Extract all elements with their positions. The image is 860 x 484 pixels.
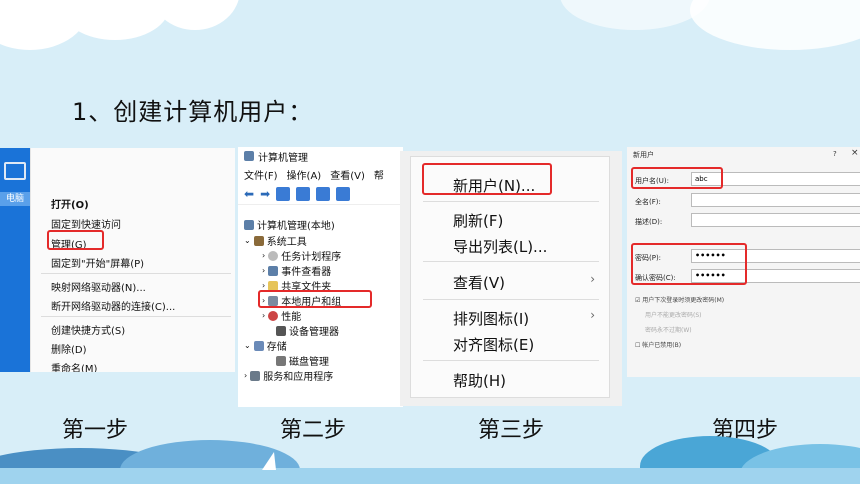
- menu-separator: [41, 316, 231, 317]
- tree-services-apps[interactable]: › 服务和应用程序: [244, 368, 333, 383]
- dialog-title: 新用户: [633, 151, 654, 159]
- cloud-decoration: [150, 0, 240, 30]
- console-tree-icon[interactable]: [276, 186, 291, 201]
- window-titlebar: 计算机管理: [238, 147, 403, 165]
- tree-task-scheduler[interactable]: › 任务计划程序: [262, 248, 341, 263]
- fullname-input[interactable]: [691, 193, 860, 207]
- menu-separator: [423, 201, 599, 202]
- menu-help[interactable]: 帮: [374, 167, 384, 182]
- tree-root[interactable]: 计算机管理(本地): [244, 217, 335, 232]
- step1-screenshot: 电脑 打开(O) 固定到快速访问 管理(G) 固定到"开始"屏幕(P) 映射网络…: [0, 148, 235, 372]
- performance-icon: [268, 310, 279, 321]
- folder-icon: [268, 280, 279, 291]
- slide: 1、创建计算机用户： 电脑 打开(O) 固定到快速访问 管理(G) 固定到"开始…: [0, 0, 860, 484]
- computer-management-icon: [244, 151, 254, 161]
- services-icon: [250, 370, 261, 381]
- chevron-right-icon[interactable]: ›: [262, 311, 265, 320]
- computer-icon: [244, 219, 254, 230]
- tools-icon: [253, 235, 264, 246]
- context-menu: 打开(O) 固定到快速访问 管理(G) 固定到"开始"屏幕(P) 映射网络驱动器…: [30, 148, 235, 372]
- menu-item-export-list[interactable]: 导出列表(L)...: [453, 236, 547, 257]
- chevron-right-icon[interactable]: ›: [262, 266, 265, 275]
- menu-item-delete[interactable]: 删除(D): [51, 341, 87, 356]
- step2-screenshot: 计算机管理 文件(F) 操作(A) 查看(V) 帮 ⬅ ➡ 计算机管理(本地) …: [238, 147, 403, 407]
- back-arrow-icon[interactable]: ⬅: [244, 187, 254, 201]
- menu-separator: [423, 261, 599, 262]
- show-pane-icon[interactable]: [336, 186, 351, 201]
- chevron-down-icon[interactable]: ⌄: [244, 236, 251, 245]
- menu-item-arrange-icons[interactable]: 排列图标(I): [453, 308, 529, 329]
- computer-icon: [4, 162, 26, 180]
- chevron-right-icon: ›: [590, 308, 595, 322]
- menu-item-disconnect-drive[interactable]: 断开网络驱动器的连接(C)...: [51, 298, 175, 313]
- toolbar: ⬅ ➡: [238, 183, 403, 205]
- tree-device-manager[interactable]: 设备管理器: [276, 323, 339, 338]
- cannot-change-password-checkbox[interactable]: 用户不能更改密码(S): [645, 310, 702, 319]
- chevron-right-icon[interactable]: ›: [262, 251, 265, 260]
- menu-view[interactable]: 查看(V): [330, 167, 365, 182]
- event-log-icon: [268, 265, 279, 276]
- password-never-expires-checkbox[interactable]: 密码永不过期(W): [645, 325, 692, 334]
- menu-item-create-shortcut[interactable]: 创建快捷方式(S): [51, 322, 125, 337]
- device-icon: [276, 325, 286, 336]
- menu-bar: 文件(F) 操作(A) 查看(V) 帮: [238, 165, 403, 183]
- help-button[interactable]: ?: [833, 150, 837, 158]
- window-title: 计算机管理: [258, 152, 308, 164]
- tree-event-viewer[interactable]: › 事件查看器: [262, 263, 331, 278]
- description-label: 描述(D):: [635, 218, 663, 226]
- must-change-password-checkbox[interactable]: ☑ 用户下次登录时须更改密码(M): [635, 295, 724, 304]
- menu-action[interactable]: 操作(A): [287, 167, 322, 182]
- menu-item-open[interactable]: 打开(O): [51, 196, 89, 211]
- sailboat-icon: [262, 452, 276, 470]
- step3-screenshot: 新用户(N)... 刷新(F) 导出列表(L)... 查看(V) › 排列图标(…: [400, 151, 622, 406]
- menu-item-map-drive[interactable]: 映射网络驱动器(N)...: [51, 279, 146, 294]
- close-button[interactable]: ×: [851, 148, 859, 158]
- step2-label: 第二步: [280, 418, 347, 443]
- forward-arrow-icon[interactable]: ➡: [260, 187, 270, 201]
- chevron-right-icon: ›: [590, 272, 595, 286]
- menu-separator: [41, 273, 231, 274]
- cloud-decoration: [560, 0, 710, 30]
- menu-item-refresh[interactable]: 刷新(F): [453, 210, 503, 231]
- highlight-box: [631, 167, 723, 189]
- highlight-box: [47, 230, 104, 250]
- menu-item-pin-start[interactable]: 固定到"开始"屏幕(P): [51, 255, 144, 270]
- tree-storage[interactable]: ⌄ 存储: [244, 338, 287, 353]
- water-decoration: [0, 468, 860, 484]
- menu-separator: [423, 360, 599, 361]
- menu-item-pin-quick-access[interactable]: 固定到快速访问: [51, 216, 121, 231]
- menu-file[interactable]: 文件(F): [244, 167, 278, 182]
- tree-disk-management[interactable]: 磁盘管理: [276, 353, 329, 368]
- clock-icon: [268, 250, 279, 261]
- fullname-label: 全名(F):: [635, 198, 661, 206]
- help-icon[interactable]: [316, 186, 331, 201]
- chevron-down-icon[interactable]: ⌄: [244, 341, 251, 350]
- step1-label: 第一步: [62, 418, 129, 443]
- description-input[interactable]: [691, 213, 860, 227]
- menu-item-view[interactable]: 查看(V): [453, 272, 505, 293]
- storage-icon: [253, 340, 264, 351]
- account-disabled-checkbox[interactable]: ☐ 帐户已禁用(B): [635, 340, 681, 349]
- tree-performance[interactable]: › 性能: [262, 308, 301, 323]
- menu-separator: [423, 299, 599, 300]
- highlight-box: [422, 163, 552, 195]
- step3-label: 第三步: [478, 418, 545, 443]
- menu-item-help[interactable]: 帮助(H): [453, 370, 506, 391]
- highlight-box: [631, 243, 747, 285]
- tree-system-tools[interactable]: ⌄ 系统工具: [244, 233, 307, 248]
- menu-item-align-icons[interactable]: 对齐图标(E): [453, 334, 534, 355]
- desktop-background: 电脑: [0, 148, 30, 372]
- disk-icon: [276, 355, 286, 366]
- desktop-icon-label: 电脑: [0, 192, 30, 206]
- cloud-decoration: [690, 0, 860, 50]
- menu-item-rename[interactable]: 重命名(M): [51, 360, 97, 372]
- page-title: 1、创建计算机用户：: [72, 98, 314, 126]
- properties-icon[interactable]: [296, 186, 311, 201]
- step4-screenshot: 新用户 ? × 用户名(U): abc 全名(F): 描述(D): 密码(P):…: [627, 147, 860, 377]
- chevron-right-icon[interactable]: ›: [262, 281, 265, 290]
- chevron-right-icon[interactable]: ›: [244, 371, 247, 380]
- highlight-box: [258, 290, 372, 308]
